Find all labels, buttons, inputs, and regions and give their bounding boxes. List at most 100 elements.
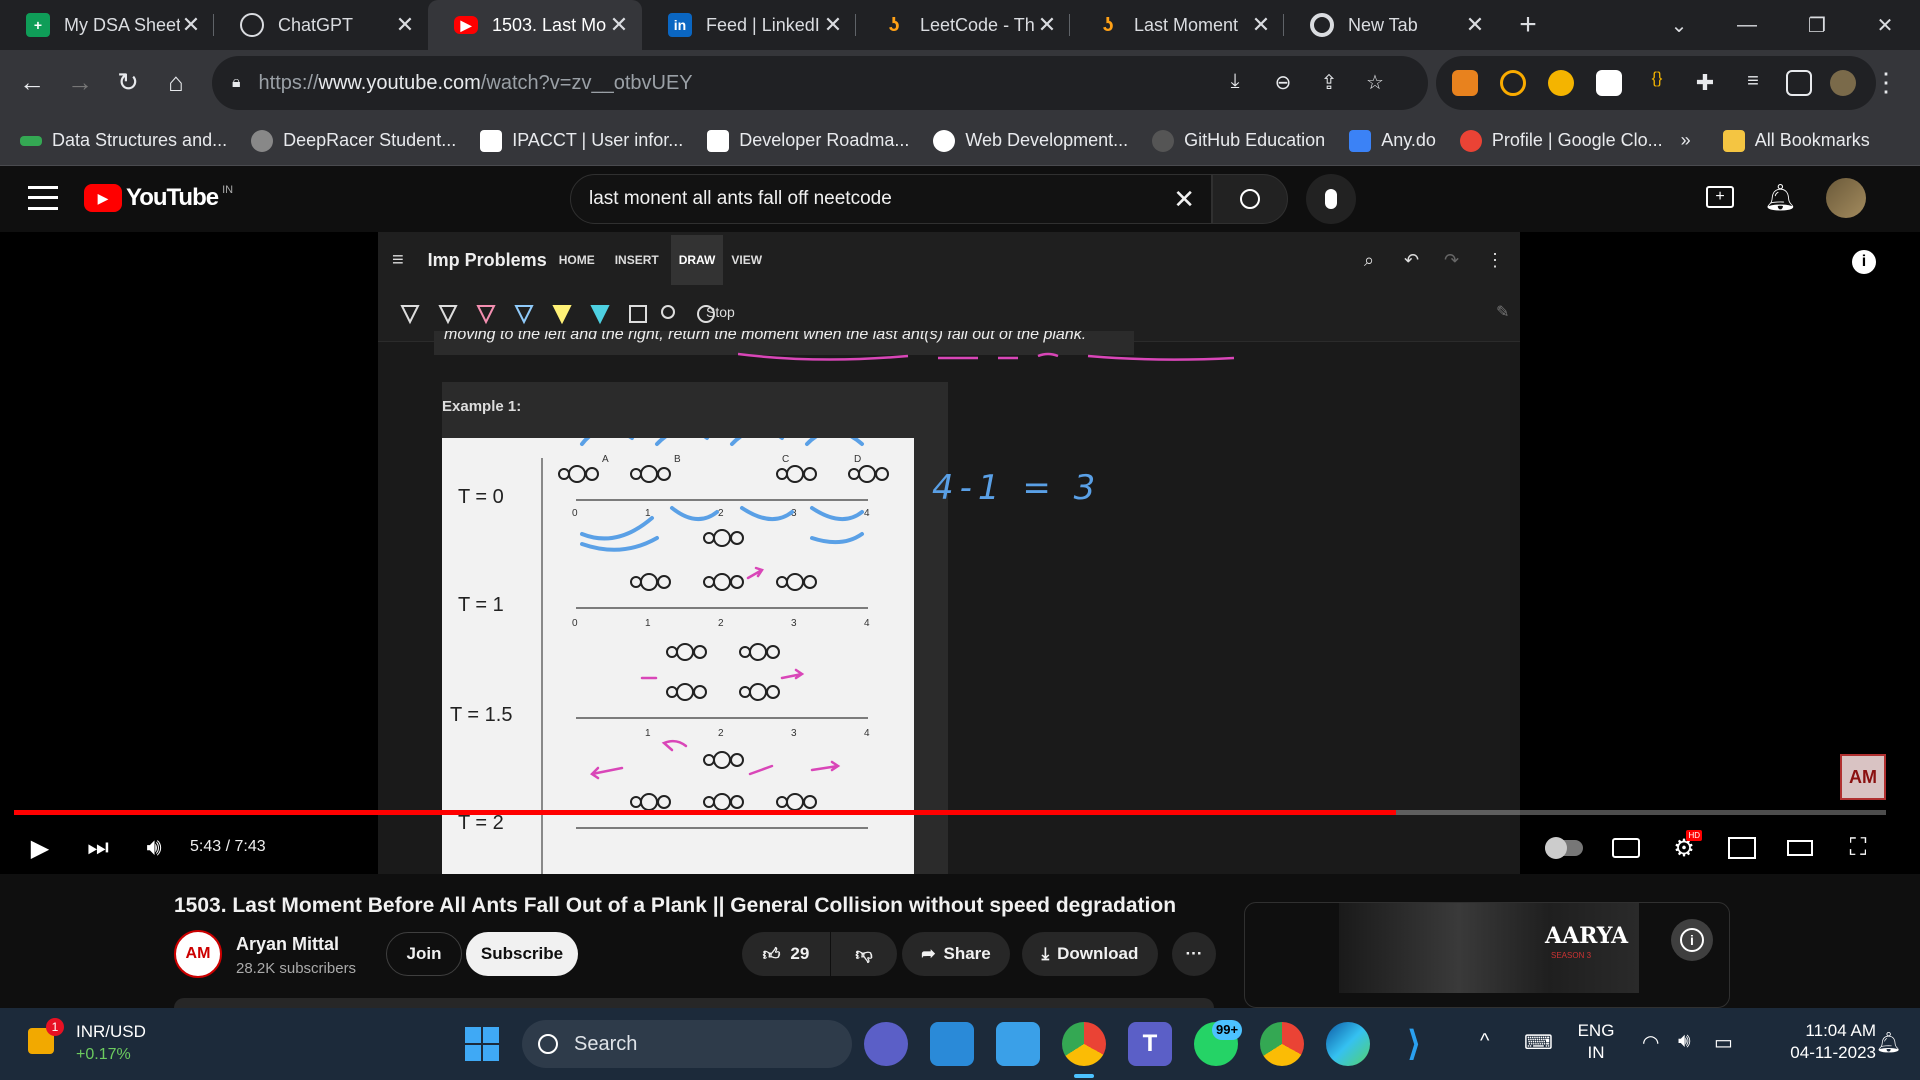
lock-icon[interactable]: 🔒︎ — [232, 74, 241, 92]
close-window-button[interactable]: ✕ — [1850, 0, 1920, 50]
bookmark-item[interactable]: Data Structures and... — [20, 130, 227, 151]
tab-leetcode[interactable]: ʖ LeetCode - Th ✕ — [856, 0, 1070, 50]
close-tab-icon[interactable]: ✕ — [608, 12, 630, 38]
notepad-app-icon[interactable] — [996, 1022, 1040, 1066]
sponsored-ad[interactable]: AARYA SEASON 3 i — [1244, 902, 1730, 1008]
omega-extension-icon[interactable] — [1596, 70, 1622, 96]
bookmark-item[interactable]: GitHub Education — [1152, 129, 1325, 152]
keyboard-icon[interactable]: ⌨︎ — [1524, 1030, 1553, 1055]
clear-search-icon[interactable]: ✕ — [1173, 184, 1195, 215]
tab-youtube-video[interactable]: ▶ 1503. Last Mo ✕ — [428, 0, 642, 50]
share-button[interactable]: ➦ Share — [902, 932, 1010, 976]
vscode-app-icon[interactable]: ⟩ — [1392, 1022, 1436, 1066]
show-hidden-icons-button[interactable]: ^ — [1480, 1030, 1489, 1053]
notifications-bell-icon[interactable]: 🔔︎ — [1764, 182, 1797, 213]
download-button[interactable]: ⤓ Download — [1022, 932, 1158, 976]
new-tab-button[interactable]: + — [1508, 8, 1548, 42]
chrome-extension-icon[interactable] — [1548, 70, 1574, 96]
video-player[interactable]: ≡ Imp Problems HOME INSERT DRAW VIEW ⌕ ↶… — [0, 232, 1920, 874]
tab-chatgpt[interactable]: ChatGPT ✕ — [214, 0, 428, 50]
volume-button[interactable]: 🔊︎ — [134, 830, 174, 866]
windows-start-button[interactable] — [460, 1022, 504, 1066]
edge-app-icon[interactable] — [1326, 1022, 1370, 1066]
close-tab-icon[interactable]: ✕ — [822, 12, 844, 38]
home-button[interactable]: ⌂ — [156, 62, 196, 102]
bookmark-item[interactable]: Profile | Google Clo... — [1459, 129, 1663, 152]
language-indicator[interactable]: ENG IN — [1576, 1020, 1616, 1064]
ad-info-icon[interactable]: i — [1671, 919, 1713, 961]
media-queue-icon[interactable]: ≡ — [1740, 70, 1766, 96]
bookmark-item[interactable]: Developer Roadma... — [707, 129, 909, 152]
subtitles-button[interactable] — [1606, 830, 1646, 866]
create-video-icon[interactable]: + — [1706, 186, 1734, 208]
bookmark-star-icon[interactable]: ☆ — [1362, 70, 1388, 96]
reload-button[interactable]: ↻ — [108, 62, 148, 102]
meet-app-icon[interactable] — [864, 1022, 908, 1066]
search-button[interactable] — [1212, 174, 1288, 224]
volume-icon[interactable]: 🔊︎ — [1678, 1030, 1691, 1053]
channel-name[interactable]: Aryan Mittal — [236, 934, 339, 955]
metamask-extension-icon[interactable] — [1452, 70, 1478, 96]
account-avatar[interactable] — [1826, 178, 1866, 218]
all-bookmarks-button[interactable]: All Bookmarks — [1722, 129, 1870, 152]
profile-avatar[interactable] — [1830, 70, 1856, 96]
autoplay-toggle[interactable] — [1544, 830, 1584, 866]
close-tab-icon[interactable]: ✕ — [1250, 12, 1272, 38]
wifi-icon[interactable]: ◠ — [1642, 1030, 1659, 1055]
battery-icon[interactable]: ▭ — [1714, 1030, 1733, 1055]
zoom-icon[interactable]: ⊖ — [1270, 70, 1296, 96]
tab-linkedin[interactable]: in Feed | LinkedI ✕ — [642, 0, 856, 50]
search-input[interactable]: last monent all ants fall off neetcode ✕ — [570, 174, 1212, 224]
teams-app-icon[interactable]: T — [1128, 1022, 1172, 1066]
json-extension-icon[interactable]: {} — [1644, 70, 1670, 96]
next-video-button[interactable]: ⏭ — [78, 830, 118, 866]
close-tab-icon[interactable]: ✕ — [1036, 12, 1058, 38]
bookmark-item[interactable]: DeepRacer Student... — [251, 129, 456, 152]
restore-button[interactable]: ❐ — [1782, 0, 1852, 50]
channel-watermark[interactable]: AM — [1840, 754, 1886, 800]
info-icon[interactable]: i — [1852, 250, 1876, 274]
channel-avatar[interactable]: AM — [174, 930, 222, 978]
tab-search-button[interactable]: ⌄ — [1644, 0, 1714, 50]
bookmark-item[interactable]: Web Development... — [933, 129, 1128, 152]
settings-gear-icon[interactable]: ⚙︎ HD — [1664, 830, 1704, 866]
address-bar[interactable]: 🔒︎ https://www.youtube.com/watch?v=zv__o… — [212, 56, 1428, 110]
browser-menu-icon[interactable]: ⋮ — [1866, 62, 1906, 102]
bookmark-item[interactable]: Any.do — [1349, 129, 1436, 152]
fullscreen-button[interactable]: ⛶ — [1838, 830, 1878, 866]
join-button[interactable]: Join — [386, 932, 462, 976]
back-button[interactable]: ← — [12, 62, 52, 102]
tab-new-tab[interactable]: New Tab ✕ — [1284, 0, 1498, 50]
stock-widget[interactable]: 1 INR/USD +0.17% — [24, 1018, 184, 1068]
extensions-puzzle-icon[interactable]: ✚ — [1692, 70, 1718, 96]
dislike-button[interactable]: 👎︎ — [831, 932, 897, 976]
youtube-logo[interactable]: ▶ YouTube IN — [84, 184, 233, 212]
chrome-taskbar-icon[interactable] — [1062, 1022, 1106, 1066]
close-tab-icon[interactable]: ✕ — [1464, 12, 1486, 38]
video-progress-bar[interactable] — [14, 810, 1886, 815]
close-tab-icon[interactable]: ✕ — [180, 12, 202, 38]
tab-last-moment[interactable]: ʖ Last Moment ✕ — [1070, 0, 1284, 50]
play-button[interactable]: ▶ — [20, 830, 60, 866]
close-tab-icon[interactable]: ✕ — [394, 12, 416, 38]
voice-search-button[interactable] — [1306, 174, 1356, 224]
system-clock[interactable]: 11:04 AM 04-11-2023 — [1756, 1020, 1876, 1064]
bookmarks-overflow-button[interactable]: » — [1681, 130, 1691, 151]
subscribe-button[interactable]: Subscribe — [466, 932, 578, 976]
share-icon[interactable]: ⇪ — [1316, 70, 1342, 96]
bookmark-item[interactable]: IPACCT | User infor... — [480, 129, 683, 152]
taskbar-search[interactable]: Search — [522, 1020, 852, 1068]
miniplayer-button[interactable] — [1722, 830, 1762, 866]
hamburger-menu-icon[interactable] — [28, 186, 58, 210]
notification-bell-icon[interactable]: 🔔︎ — [1876, 1030, 1901, 1055]
tab-dsa-sheet[interactable]: + My DSA Sheet ✕ — [0, 0, 214, 50]
theater-mode-button[interactable] — [1780, 830, 1820, 866]
timer-extension-icon[interactable] — [1500, 70, 1526, 96]
like-button[interactable]: 👍︎ 29 — [742, 932, 830, 976]
chrome-profile-icon[interactable] — [1260, 1022, 1304, 1066]
side-panel-icon[interactable] — [1786, 70, 1812, 96]
install-app-icon[interactable]: ⤓ — [1222, 70, 1248, 96]
forward-button[interactable]: → — [60, 62, 100, 102]
minimize-button[interactable]: — — [1712, 0, 1782, 50]
more-actions-button[interactable]: ··· — [1172, 932, 1216, 976]
